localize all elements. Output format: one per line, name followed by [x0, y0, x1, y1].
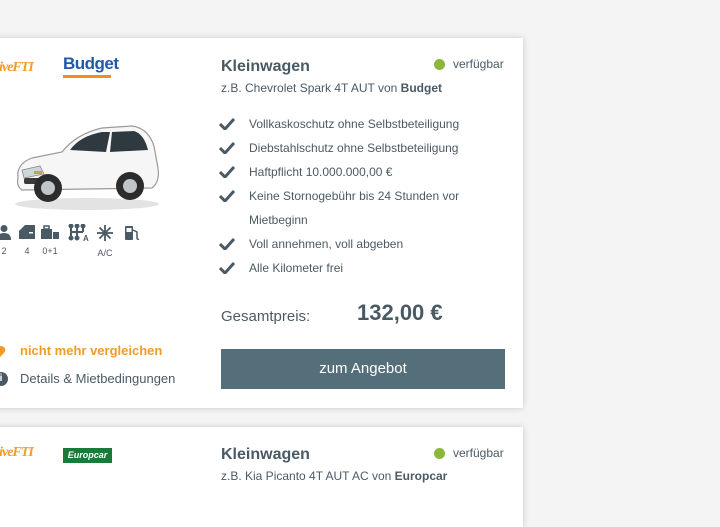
fuel-icon [125, 226, 140, 241]
included-features: Vollkaskoschutz ohne Selbstbeteiligung D… [219, 112, 509, 280]
supplier-logo-budget: Budget [63, 54, 119, 78]
luggage-feature: 0+1 [40, 224, 60, 256]
total-price: 132,00 € [357, 300, 443, 325]
feature-item: Keine Stornogebühr bis 24 Stunden vor Mi… [219, 184, 479, 232]
feature-item: Voll annehmen, voll abgeben [219, 232, 509, 256]
transmission-feature: A [68, 223, 89, 247]
checkmark-icon [219, 166, 235, 178]
car-example: z.B. Kia Picanto 4T AUT AC von Europcar [221, 469, 448, 483]
broker-logo: GiveFTI [0, 60, 34, 75]
gearshift-icon: A [68, 223, 89, 243]
feature-item: Vollkaskoschutz ohne Selbstbeteiligung [219, 112, 509, 136]
person-icon [0, 225, 11, 240]
car-category: Kleinwagen [221, 446, 310, 463]
checkmark-icon [219, 238, 235, 250]
car-image [15, 125, 159, 210]
checkmark-icon [219, 142, 235, 154]
info-icon: i [0, 372, 8, 386]
status-dot [434, 448, 445, 459]
checkmark-icon [219, 262, 235, 274]
feature-item: Alle Kilometer frei [219, 256, 509, 280]
broker-logo: GiveFTI [0, 445, 34, 460]
offer-button[interactable]: zum Angebot [221, 349, 505, 389]
fuel-feature [122, 224, 142, 247]
total-price-label: Gesamtpreis: [221, 308, 311, 325]
door-icon [19, 225, 35, 239]
checkmark-icon [219, 190, 235, 202]
luggage-icon [41, 225, 59, 239]
car-features: 2 4 0+1 A A/C [0, 223, 154, 259]
feature-item: Diebstahlschutz ohne Selbstbeteiligung [219, 136, 509, 160]
status-dot [434, 59, 445, 70]
svg-text:A: A [83, 234, 89, 242]
car-example: z.B. Chevrolet Spark 4T AUT von Budget [221, 81, 442, 95]
offer-card: GiveFTI Europcar Kleinwagen z.B. Kia Pic… [0, 427, 523, 527]
aircon-feature: A/C [95, 224, 115, 258]
doors-feature: 4 [17, 224, 37, 256]
snowflake-icon [97, 225, 113, 241]
supplier-logo-europcar: Europcar [63, 448, 112, 463]
checkmark-icon [219, 118, 235, 130]
feature-item: Haftpflicht 10.000.000,00 € [219, 160, 509, 184]
passengers-feature: 2 [0, 224, 14, 256]
offer-card: GiveFTI Budget 2 4 0+1 A [0, 38, 523, 408]
car-category: Kleinwagen [221, 58, 310, 75]
heart-icon [0, 346, 6, 357]
